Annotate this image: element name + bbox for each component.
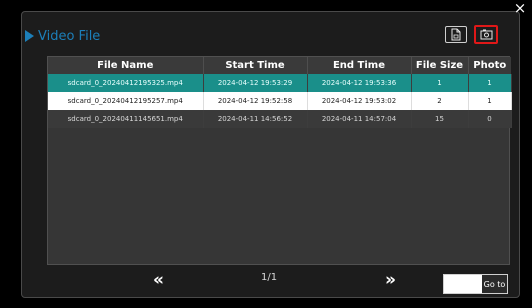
cell-start-time: 2024-04-11 14:56:52 (203, 110, 308, 128)
play-triangle-icon (25, 30, 34, 42)
table-row[interactable]: sdcard_0_20240412195257.mp4 2024-04-12 1… (48, 92, 512, 110)
cell-photo: 1 (468, 74, 512, 92)
table-header-row: File Name Start Time End Time File Size … (48, 57, 511, 74)
cell-start-time: 2024-04-12 19:52:58 (203, 92, 308, 110)
cell-file-size: 1 (411, 74, 469, 92)
cell-start-time: 2024-04-12 19:53:29 (203, 74, 308, 92)
cell-end-time: 2024-04-11 14:57:04 (307, 110, 412, 128)
column-header-file-name[interactable]: File Name (48, 57, 204, 74)
next-page-button[interactable]: » (385, 269, 396, 291)
column-header-end-time[interactable]: End Time (307, 57, 412, 74)
cell-file-size: 15 (411, 110, 469, 128)
cell-file-name: sdcard_0_20240412195257.mp4 (48, 92, 204, 110)
close-icon[interactable]: × (512, 0, 528, 16)
cell-file-size: 2 (411, 92, 469, 110)
previous-page-button[interactable]: « (153, 269, 164, 291)
table-row[interactable]: sdcard_0_20240411145651.mp4 2024-04-11 1… (48, 110, 512, 128)
cell-end-time: 2024-04-12 19:53:36 (307, 74, 412, 92)
cell-file-name: sdcard_0_20240412195325.mp4 (48, 74, 204, 92)
file-icon (451, 28, 461, 41)
cell-end-time: 2024-04-12 19:53:02 (307, 92, 412, 110)
file-button[interactable] (445, 26, 467, 43)
table-row[interactable]: sdcard_0_20240412195325.mp4 2024-04-12 1… (48, 74, 512, 92)
dialog-title-text: Video File (38, 28, 101, 44)
column-header-photo[interactable]: Photo (468, 57, 511, 74)
photo-button[interactable] (474, 25, 498, 44)
column-header-start-time[interactable]: Start Time (203, 57, 308, 74)
goto-page-input[interactable] (444, 275, 482, 293)
video-file-table: File Name Start Time End Time File Size … (47, 56, 512, 265)
goto-button[interactable]: Go to (482, 275, 507, 293)
page-indicator: 1/1 (261, 272, 278, 283)
column-header-file-size[interactable]: File Size (411, 57, 469, 74)
photo-icon (480, 29, 492, 40)
dialog-title: Video File (25, 27, 100, 45)
cell-photo: 0 (468, 110, 512, 128)
goto-page-control: Go to (443, 274, 508, 294)
cell-photo: 1 (468, 92, 512, 110)
cell-file-name: sdcard_0_20240411145651.mp4 (48, 110, 204, 128)
